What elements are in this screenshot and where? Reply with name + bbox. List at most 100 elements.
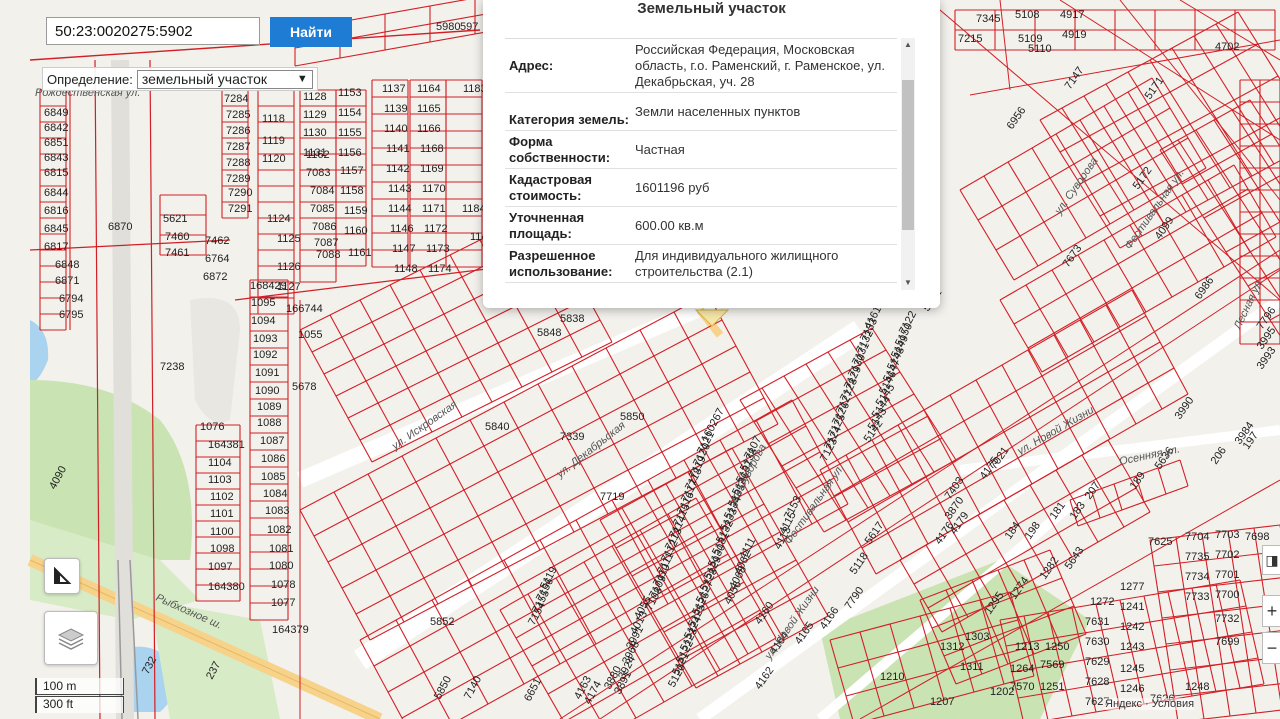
parcel-label: 7699	[1215, 636, 1239, 648]
parcel-label: 1130	[303, 127, 327, 139]
parcel-label: 1174	[428, 263, 452, 275]
parcel-label: 1098	[210, 543, 234, 555]
parcel-label: 1085	[261, 471, 285, 483]
parcel-label: 1241	[1120, 601, 1144, 613]
search-box	[46, 17, 260, 45]
parcel-label: 1091	[255, 367, 279, 379]
parcel-label: 1104	[208, 457, 232, 469]
parcel-label: 7631	[1085, 616, 1109, 628]
parcel-label: 1246	[1120, 683, 1144, 695]
info-value: 1601196 руб	[635, 180, 710, 195]
info-row: Кадастровая стоимость: 1601196 руб	[505, 168, 897, 206]
parcel-label: 1100	[210, 526, 234, 538]
parcel-label: 1129	[303, 109, 327, 121]
parcel-label: 1126	[277, 261, 301, 273]
scroll-down-icon[interactable]: ▼	[901, 276, 915, 290]
info-row: Категория земель: Земли населенных пункт…	[505, 92, 897, 130]
scroll-up-icon[interactable]: ▲	[901, 38, 915, 52]
minus-icon: −	[1266, 638, 1278, 658]
parcel-label: 7238	[160, 361, 184, 373]
parcel-label: 1078	[271, 579, 295, 591]
parcel-label: 7625	[1148, 536, 1172, 548]
scroll-thumb[interactable]	[902, 80, 914, 230]
info-key: Форма собственности:	[509, 134, 611, 165]
parcel-label: 1125	[277, 233, 301, 245]
parcel-label: 6870	[108, 221, 132, 233]
map-attribution[interactable]: Яндекс · Условия	[1105, 698, 1195, 710]
parcel-label: 6851	[44, 137, 68, 149]
zoom-in-button[interactable]: +	[1262, 595, 1280, 627]
parcel-label: 1159	[344, 205, 368, 217]
parcel-label: 1092	[253, 349, 277, 361]
parcel-label: 5850	[620, 411, 644, 423]
right-panel-toggle[interactable]: ◨	[1262, 545, 1280, 575]
parcel-label: 1142	[386, 163, 410, 175]
parcel-label: 1172	[424, 223, 448, 235]
parcel-label: 1103	[208, 474, 232, 486]
parcel-label: 1120	[262, 153, 286, 165]
parcel-label: 1245	[1120, 663, 1144, 675]
popup-scrollbar[interactable]: ▲ ▼	[901, 38, 915, 290]
parcel-label: 7704	[1185, 531, 1209, 543]
parcel-label: 1140	[384, 123, 408, 135]
ruler-button[interactable]	[44, 558, 80, 594]
parcel-label: 1165	[417, 103, 441, 115]
parcel-label: 1128	[303, 91, 327, 103]
parcel-label: 5848	[537, 327, 561, 339]
parcel-label: 4917	[1060, 9, 1084, 21]
cadastral-number-input[interactable]	[47, 18, 259, 44]
parcel-label: 1171	[422, 203, 446, 215]
parcel-label: 7339	[560, 431, 584, 443]
parcel-label: 7630	[1085, 636, 1109, 648]
parcel-label: 1156	[338, 147, 362, 159]
parcel-label: 7284	[224, 93, 248, 105]
popup-body[interactable]: Адрес: Российская Федерация, Московская …	[505, 38, 897, 290]
parcel-label: 1160	[344, 225, 368, 237]
parcel-label: 1118	[262, 113, 285, 125]
parcel-label: 1277	[1120, 581, 1144, 593]
parcel-label: 1251	[1040, 681, 1064, 693]
definition-select[interactable]: земельный участок ▼	[136, 69, 313, 89]
parcel-label: 168429	[250, 280, 287, 292]
parcel-label: 1082	[267, 524, 291, 536]
parcel-label: 1153	[338, 87, 362, 99]
parcel-label: 1077	[271, 597, 295, 609]
parcel-label: 7732	[1215, 613, 1239, 625]
parcel-label: 6871	[55, 275, 79, 287]
parcel-label: 7700	[1215, 589, 1239, 601]
parcel-label: 1213	[1015, 641, 1039, 653]
parcel-label: 1169	[420, 163, 444, 175]
parcel-label: 1272	[1090, 596, 1114, 608]
parcel-label: 7570	[1010, 681, 1034, 693]
parcel-label: 1242	[1120, 621, 1144, 633]
parcel-label: 1084	[263, 488, 287, 500]
parcel-label: 6849	[44, 107, 68, 119]
parcel-label: 1094	[251, 315, 275, 327]
parcel-label: 4919	[1062, 29, 1086, 41]
parcel-label: 1087	[260, 435, 284, 447]
parcel-label: 1141	[386, 143, 410, 155]
parcel-label: 7702	[1215, 549, 1239, 561]
parcel-label: 1081	[269, 543, 293, 555]
parcel-label: 1080	[269, 560, 293, 572]
parcel-label: 7735	[1185, 551, 1209, 563]
find-button[interactable]: Найти	[270, 17, 352, 47]
parcel-label: 1139	[384, 103, 408, 115]
parcel-label: 1055	[298, 329, 322, 341]
parcel-label: 5621	[163, 213, 187, 225]
parcel-label: 7086	[312, 221, 336, 233]
info-key: Категория земель:	[509, 112, 630, 127]
parcel-label: 7569	[1040, 659, 1064, 671]
zoom-out-button[interactable]: −	[1262, 632, 1280, 664]
info-row: Форма собственности: Частная	[505, 130, 897, 168]
parcel-label: 1264	[1010, 663, 1034, 675]
parcel-label: 1093	[253, 333, 277, 345]
parcel-label: 1124	[267, 213, 291, 225]
parcel-label: 1101	[210, 508, 234, 520]
parcel-label: 1164	[417, 83, 441, 95]
layers-button[interactable]	[44, 611, 98, 665]
parcel-label: 1173	[426, 243, 450, 255]
parcel-label: 1088	[257, 417, 281, 429]
parcel-label: 5852	[430, 616, 454, 628]
parcel-label: 1089	[257, 401, 281, 413]
